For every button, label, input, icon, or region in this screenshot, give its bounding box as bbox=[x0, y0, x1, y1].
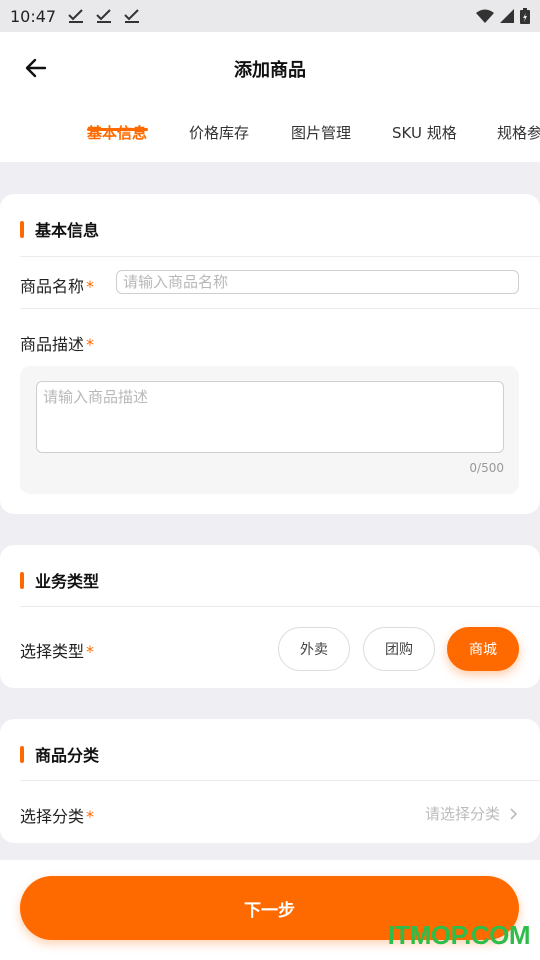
product-desc-label: 商品描述 * bbox=[20, 331, 94, 355]
category-selector[interactable]: 请选择分类 bbox=[425, 803, 518, 824]
section-title-text: 商品分类 bbox=[35, 746, 100, 765]
check-notification-icon bbox=[68, 9, 84, 23]
section-accent-bar bbox=[20, 220, 24, 238]
required-mark: * bbox=[86, 807, 95, 826]
category-placeholder: 请选择分类 bbox=[424, 805, 500, 823]
active-tab-indicator bbox=[87, 128, 148, 131]
wifi-icon bbox=[476, 9, 494, 23]
app-header: 添加商品 基本信息 价格库存 图片管理 SKU 规格 规格参 bbox=[0, 32, 540, 162]
select-type-label-text: 选择类型 bbox=[20, 642, 85, 661]
product-name-input[interactable] bbox=[116, 270, 519, 294]
product-desc-container: 0/500 bbox=[20, 366, 519, 494]
status-time: 10:47 bbox=[10, 6, 57, 26]
product-desc-textarea[interactable] bbox=[36, 381, 504, 453]
type-option-mall[interactable]: 商城 bbox=[447, 627, 519, 671]
watermark-logo: ITMOP.COM bbox=[387, 920, 531, 950]
product-name-label-text: 商品名称 bbox=[20, 277, 85, 296]
category-card: 商品分类 选择分类 * 请选择分类 bbox=[0, 719, 540, 843]
divider bbox=[20, 780, 540, 781]
tab-spec-params[interactable]: 规格参 bbox=[497, 122, 540, 143]
tab-price-stock[interactable]: 价格库存 bbox=[189, 122, 249, 143]
type-option-groupbuy[interactable]: 团购 bbox=[363, 627, 435, 671]
signal-icon bbox=[500, 9, 514, 23]
section-accent-bar bbox=[20, 745, 24, 763]
char-counter: 0/500 bbox=[469, 461, 504, 475]
tab-basic-info[interactable]: 基本信息 bbox=[87, 122, 147, 143]
section-title-text: 基本信息 bbox=[35, 221, 100, 240]
divider bbox=[20, 256, 540, 257]
section-title-basic-info: 基本信息 bbox=[20, 217, 99, 241]
required-mark: * bbox=[86, 335, 95, 354]
tab-bar: 基本信息 价格库存 图片管理 SKU 规格 规格参 bbox=[0, 120, 540, 162]
product-desc-label-text: 商品描述 bbox=[20, 335, 85, 354]
business-type-card: 业务类型 选择类型 * 外卖 团购 商城 bbox=[0, 545, 540, 688]
required-mark: * bbox=[86, 277, 95, 296]
chevron-right-icon bbox=[510, 807, 518, 820]
basic-info-card: 基本信息 商品名称* 商品描述* 0/500 bbox=[0, 194, 540, 514]
battery-icon bbox=[520, 8, 530, 24]
product-name-label: 商品名称 * bbox=[20, 273, 94, 297]
tab-image-manage[interactable]: 图片管理 bbox=[291, 122, 351, 143]
status-bar: 10:47 bbox=[0, 0, 540, 32]
notification-icons bbox=[68, 9, 140, 23]
select-type-label: 选择类型 * bbox=[20, 638, 94, 662]
section-title-category: 商品分类 bbox=[20, 742, 99, 766]
check-notification-icon bbox=[96, 9, 112, 23]
divider bbox=[20, 606, 540, 607]
type-option-takeout[interactable]: 外卖 bbox=[278, 627, 350, 671]
section-title-business-type: 业务类型 bbox=[20, 568, 99, 592]
select-category-label-text: 选择分类 bbox=[20, 807, 85, 826]
section-title-text: 业务类型 bbox=[35, 572, 100, 591]
page-title: 添加商品 bbox=[234, 60, 306, 81]
divider bbox=[20, 308, 540, 309]
select-category-label: 选择分类 * bbox=[20, 803, 94, 827]
required-mark: * bbox=[86, 642, 95, 661]
tab-sku-spec[interactable]: SKU 规格 bbox=[392, 122, 457, 143]
section-accent-bar bbox=[20, 571, 24, 589]
check-notification-icon bbox=[124, 9, 140, 23]
